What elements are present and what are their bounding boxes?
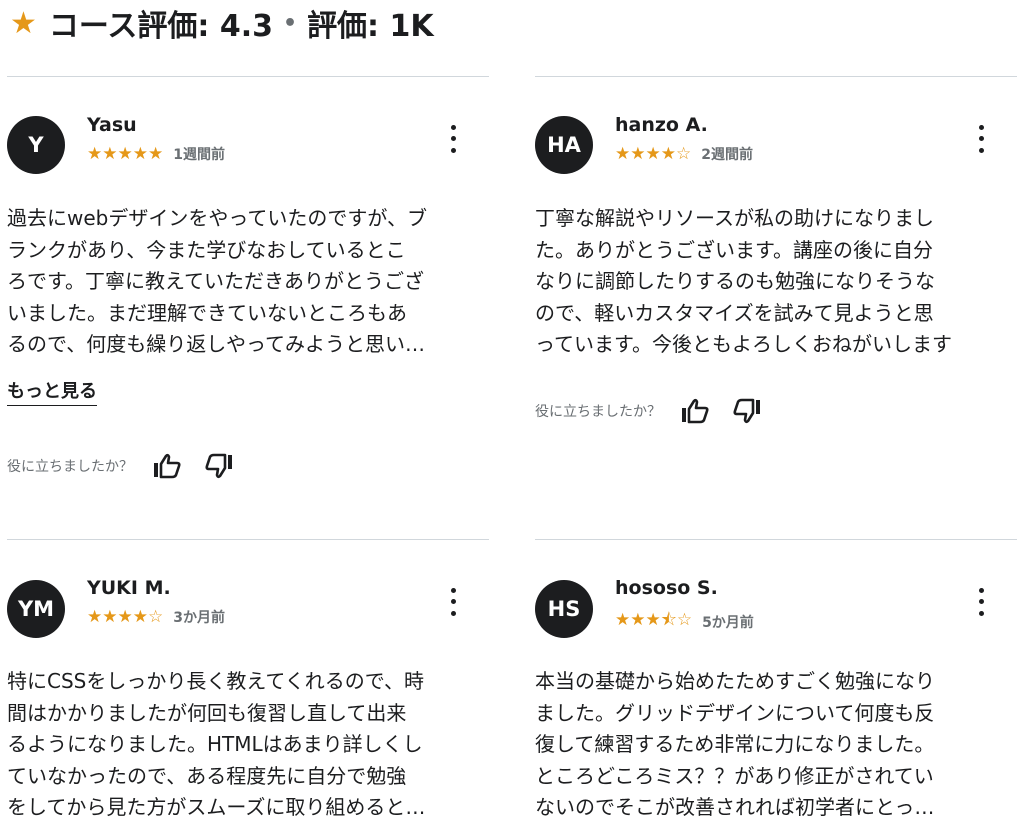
avatar: HS	[535, 580, 593, 638]
review-text: 本当の基礎から始めたためすごく勉強になり ました。グリッドデザインについて何度も…	[535, 666, 1017, 824]
review-text-line: 過去にwebデザインをやっていたのですが、ブ	[7, 206, 427, 230]
review-text-line: ないのでそこが改善されれば初学者にとっ…	[535, 795, 935, 819]
review-time: 5か月前	[702, 614, 754, 631]
review-time: 2週間前	[701, 147, 753, 163]
rating-count-label: 評価: 1K	[307, 9, 434, 44]
helpful-question: 役に立ちましたか？	[7, 459, 133, 475]
review-text-line: 丁寧な解説やリソースが私の助けになりまし	[535, 206, 934, 230]
avatar: YM	[7, 580, 65, 638]
review-text-line: ところどころミス？？があり修正がされてい	[535, 763, 934, 788]
review-text-line: 復して練習するため非常に力になりました。	[535, 732, 935, 756]
divider	[7, 76, 489, 77]
review-text-line: た。ありがとうございます。講座の後に自分	[535, 237, 933, 262]
more-options-icon[interactable]	[971, 122, 991, 156]
review-card: HS hososo S. ★★★⯪☆ 5か月前 本当の基礎から始めたためすごく勉…	[535, 539, 1017, 832]
review-text-line: なりに調節したりするのも勉強になりそうな	[535, 269, 935, 293]
review-text-line: ので、軽いカスタマイズを試みて見ようと思	[535, 300, 934, 325]
review-text-line: ランクがあり、今また学びなおしているとこ	[7, 237, 406, 262]
thumbs-down-icon[interactable]	[205, 453, 233, 479]
review-text-line: 特にCSSをしっかり長く教えてくれるので、時	[7, 669, 424, 693]
review-header: HS hososo S. ★★★⯪☆ 5か月前	[535, 577, 1017, 647]
divider	[535, 76, 1017, 77]
review-text-line: っています。今後ともよろしくおねがいします	[535, 332, 952, 356]
reviewer-name: hanzo A.	[615, 114, 708, 136]
review-meta: ★★★★☆ 2週間前	[615, 144, 753, 164]
review-meta: ★★★⯪☆ 5か月前	[615, 607, 754, 636]
helpful-question: 役に立ちましたか？	[535, 404, 661, 420]
course-rating-label: コース評価: 4.3	[48, 9, 273, 44]
review-text: 過去にwebデザインをやっていたのですが、ブ ランクがあり、今また学びなおしてい…	[7, 203, 489, 361]
review-text-line: 間はかかりましたが何回も復習し直して出来	[7, 700, 407, 725]
review-text-line: 本当の基礎から始めたためすごく勉強になり	[535, 669, 935, 693]
review-header: YM YUKI M. ★★★★☆ 3か月前	[7, 577, 489, 647]
star-icon: ★	[10, 5, 37, 41]
helpful-feedback: 役に立ちましたか？	[535, 398, 761, 424]
review-text-line: いました。まだ理解できていないところもあ	[7, 300, 407, 325]
review-meta: ★★★★☆ 3か月前	[87, 607, 225, 627]
review-text: 丁寧な解説やリソースが私の助けになりまし た。ありがとうございます。講座の後に自…	[535, 203, 1017, 361]
star-rating: ★★★★☆	[615, 144, 692, 164]
star-rating: ★★★★☆	[87, 607, 164, 627]
review-header: HA hanzo A. ★★★★☆ 2週間前	[535, 114, 1017, 184]
divider	[535, 539, 1017, 540]
review-text-line: ていなかったので、ある程度先に自分で勉強	[7, 763, 407, 788]
review-text: 特にCSSをしっかり長く教えてくれるので、時 間はかかりましたが何回も復習し直し…	[7, 666, 489, 824]
review-text-line: るので、何度も繰り返しやってみようと思い…	[7, 332, 425, 356]
reviewer-name: hososo S.	[615, 577, 718, 599]
thumbs-up-icon[interactable]	[153, 453, 181, 479]
review-text-line: るようになりました。HTMLはあまり詳しくし	[7, 732, 423, 756]
review-text-line: ろです。丁寧に教えていただきありがとうござ	[7, 269, 424, 293]
review-time: 3か月前	[173, 610, 225, 626]
divider	[7, 539, 489, 540]
reviewer-name: YUKI M.	[87, 577, 171, 599]
review-text-line: ました。グリッドデザインについて何度も反	[535, 700, 935, 725]
helpful-feedback: 役に立ちましたか？	[7, 453, 233, 479]
more-options-icon[interactable]	[971, 585, 991, 619]
review-time: 1週間前	[173, 147, 225, 163]
thumbs-up-icon[interactable]	[681, 398, 709, 424]
star-rating: ★★★★★	[87, 144, 164, 164]
reviews-page: ★ コース評価: 4.3 • 評価: 1K Y Yasu ★★★★★ 1週間前 …	[0, 0, 1024, 832]
review-meta: ★★★★★ 1週間前	[87, 144, 225, 164]
review-card: Y Yasu ★★★★★ 1週間前 過去にwebデザインをやっていたのですが、ブ…	[7, 76, 489, 496]
show-more-link[interactable]: もっと見る	[7, 377, 97, 406]
star-rating: ★★★⯪☆	[615, 610, 693, 630]
review-text-line: をしてから見た方がスムーズに取り組めると…	[7, 795, 426, 819]
review-header: Y Yasu ★★★★★ 1週間前	[7, 114, 489, 184]
thumbs-down-icon[interactable]	[733, 398, 761, 424]
avatar: Y	[7, 116, 65, 174]
more-options-icon[interactable]	[443, 585, 463, 619]
avatar: HA	[535, 116, 593, 174]
more-options-icon[interactable]	[443, 122, 463, 156]
reviewer-name: Yasu	[87, 114, 137, 136]
review-card: YM YUKI M. ★★★★☆ 3か月前 特にCSSをしっかり長く教えてくれる…	[7, 539, 489, 832]
review-card: HA hanzo A. ★★★★☆ 2週間前 丁寧な解説やリソースが私の助けにな…	[535, 76, 1017, 456]
separator-dot: •	[283, 10, 298, 36]
course-rating-header: ★ コース評価: 4.3 • 評価: 1K	[10, 0, 434, 46]
